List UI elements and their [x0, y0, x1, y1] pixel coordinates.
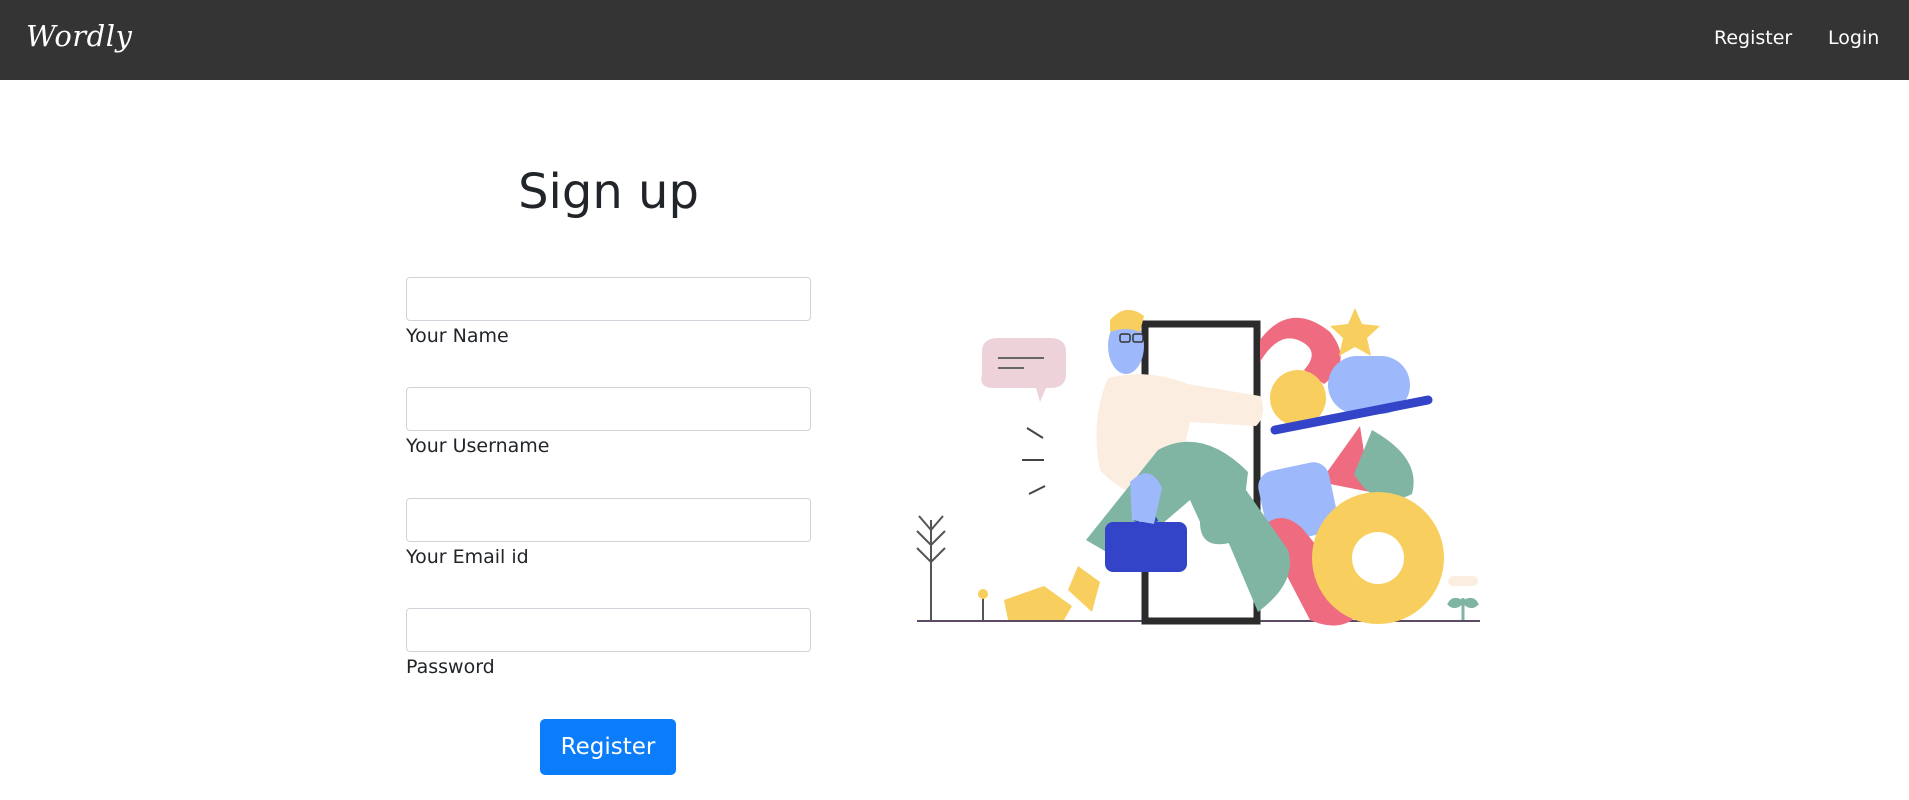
- name-input[interactable]: [406, 277, 811, 321]
- brand-logo[interactable]: Wordly: [26, 19, 132, 53]
- speech-bubble-icon: [981, 338, 1066, 402]
- plant-left-icon: [916, 515, 988, 620]
- nav-login-link[interactable]: Login: [1828, 27, 1879, 49]
- password-input[interactable]: [406, 608, 811, 652]
- email-input[interactable]: [406, 498, 811, 542]
- username-label: Your Username: [406, 435, 550, 457]
- email-label: Your Email id: [406, 546, 529, 568]
- colorful-shapes-icon: [1258, 308, 1479, 626]
- username-input[interactable]: [406, 387, 811, 431]
- person-entering-door-illustration: [916, 308, 1480, 626]
- password-label: Password: [406, 656, 495, 678]
- nav-register-link[interactable]: Register: [1714, 27, 1792, 49]
- page-title: Sign up: [518, 164, 699, 220]
- register-button[interactable]: Register: [540, 719, 676, 775]
- name-label: Your Name: [406, 325, 509, 347]
- top-navbar: Wordly Register Login: [0, 0, 1909, 80]
